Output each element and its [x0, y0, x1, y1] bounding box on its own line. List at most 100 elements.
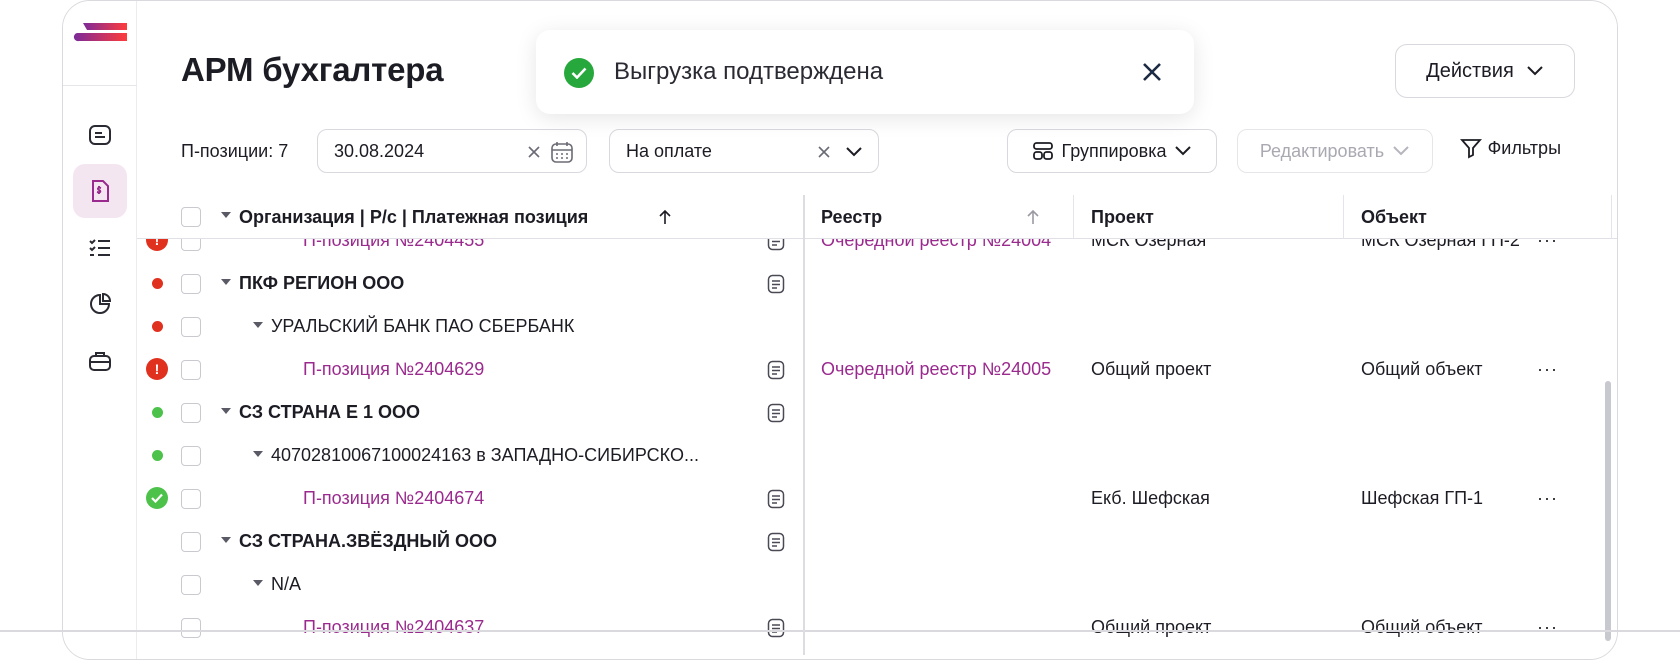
- sort-up-icon[interactable]: [1027, 209, 1039, 225]
- column-registry[interactable]: Реестр: [821, 207, 882, 228]
- clear-icon[interactable]: [522, 140, 546, 164]
- sidebar-item-portfolio[interactable]: [73, 334, 127, 388]
- table-row[interactable]: ! П-позиция №2404455 Очередной реестр №2…: [137, 239, 1617, 262]
- row-checkbox[interactable]: [181, 239, 201, 251]
- column-object[interactable]: Объект: [1361, 207, 1427, 228]
- document-icon[interactable]: [767, 403, 785, 423]
- row-more-icon[interactable]: ···: [1537, 359, 1558, 380]
- select-all-checkbox[interactable]: [181, 207, 201, 227]
- table-row[interactable]: УРАЛЬСКИЙ БАНК ПАО СБЕРБАНК: [137, 305, 1617, 348]
- table-row[interactable]: П-позиция №2404637 Общий проект Общий об…: [137, 606, 1617, 649]
- table-row[interactable]: СЗ СТРАНА.ЗВЁЗДНЫЙ ООО: [137, 520, 1617, 563]
- actions-dropdown[interactable]: Действия: [1395, 44, 1575, 98]
- grouping-label: Группировка: [1061, 140, 1167, 161]
- edit-label: Редактировать: [1259, 140, 1385, 161]
- expand-caret[interactable]: [253, 451, 263, 457]
- pie-chart-icon: [90, 292, 112, 314]
- sort-up-icon[interactable]: [659, 209, 671, 225]
- document-icon[interactable]: [767, 489, 785, 509]
- expand-caret[interactable]: [221, 279, 231, 285]
- clear-icon[interactable]: [812, 140, 836, 164]
- position-link[interactable]: П-позиция №2404637: [303, 617, 484, 638]
- grouping-icon: [1032, 142, 1053, 160]
- date-field[interactable]: 30.08.2024: [317, 129, 587, 173]
- expand-caret[interactable]: [253, 322, 263, 328]
- chevron-down-icon[interactable]: [842, 140, 866, 164]
- table-row[interactable]: П-позиция №2404674 Екб. Шефская Шефская …: [137, 477, 1617, 520]
- row-checkbox[interactable]: [181, 618, 201, 638]
- row-checkbox[interactable]: [181, 317, 201, 337]
- column-org[interactable]: Организация | Р/с | Платежная позиция: [239, 207, 588, 228]
- sidebar-item-checklist[interactable]: [73, 221, 127, 275]
- document-icon[interactable]: [767, 239, 785, 251]
- position-link[interactable]: П-позиция №2404674: [303, 488, 484, 509]
- document-icon[interactable]: [767, 532, 785, 552]
- row-checkbox[interactable]: [181, 446, 201, 466]
- error-status-dot: [152, 321, 163, 332]
- column-project[interactable]: Проект: [1091, 207, 1154, 228]
- filters-label: Фильтры: [1487, 137, 1561, 158]
- document-icon[interactable]: [767, 360, 785, 380]
- registry-link[interactable]: Очередной реестр №24005: [821, 359, 1059, 380]
- toolbar: П-позиции: 7 30.08.2024 На оплате Группи…: [181, 129, 1617, 173]
- error-status-dot: [152, 278, 163, 289]
- row-checkbox[interactable]: [181, 532, 201, 552]
- status-select[interactable]: На оплате: [609, 129, 879, 173]
- table-row[interactable]: ПКФ РЕГИОН ООО: [137, 262, 1617, 305]
- row-checkbox[interactable]: [181, 403, 201, 423]
- document-icon[interactable]: [767, 618, 785, 638]
- row-checkbox[interactable]: [181, 274, 201, 294]
- bank-account-name: УРАЛЬСКИЙ БАНК ПАО СБЕРБАНК: [271, 316, 575, 336]
- actions-label: Действия: [1426, 59, 1514, 82]
- status-value: На оплате: [626, 141, 712, 161]
- sidebar-item-new-doc[interactable]: [73, 108, 127, 162]
- organization-name: СЗ СТРАНА Е 1 ООО: [239, 402, 421, 422]
- chevron-down-icon: [1175, 146, 1192, 156]
- date-value: 30.08.2024: [334, 141, 425, 161]
- error-icon: !: [146, 239, 168, 251]
- row-more-icon[interactable]: ···: [1537, 488, 1558, 509]
- close-icon[interactable]: [1138, 58, 1166, 86]
- position-link[interactable]: П-позиция №2404629: [303, 359, 484, 380]
- calendar-icon[interactable]: [550, 140, 574, 164]
- toast-message: Выгрузка подтверждена: [614, 58, 884, 85]
- edit-button[interactable]: Редактировать: [1237, 129, 1433, 173]
- registry-link[interactable]: Очередной реестр №24004: [821, 239, 1059, 251]
- expand-caret[interactable]: [221, 537, 231, 543]
- bank-account-name: 40702810067100024163 в ЗАПАДНО-СИБИРСКО.…: [271, 445, 699, 465]
- sidebar: [63, 1, 137, 659]
- document-icon[interactable]: [767, 274, 785, 294]
- table-row[interactable]: 40702810067100024163 в ЗАПАДНО-СИБИРСКО.…: [137, 434, 1617, 477]
- sidebar-item-analytics[interactable]: [73, 277, 127, 331]
- expand-caret[interactable]: [253, 580, 263, 586]
- checklist-icon: [89, 239, 110, 256]
- row-checkbox[interactable]: [181, 360, 201, 380]
- payment-doc-icon: [92, 180, 109, 202]
- collapse-all-caret[interactable]: [221, 212, 231, 218]
- table-row[interactable]: N/A: [137, 563, 1617, 606]
- column-divider: [1343, 195, 1344, 239]
- success-status-dot: [152, 450, 163, 461]
- project-cell: Екб. Шефская: [1091, 488, 1210, 508]
- table-row[interactable]: ! П-позиция №2404629 Очередной реестр №2…: [137, 348, 1617, 391]
- position-link[interactable]: П-позиция №2404455: [303, 239, 484, 251]
- expand-caret[interactable]: [221, 408, 231, 414]
- table-row[interactable]: СЗ СТРАНА Е 1 ООО: [137, 391, 1617, 434]
- chevron-down-icon: [1527, 66, 1543, 76]
- table-header: Организация | Р/с | Платежная позиция Ре…: [137, 195, 1617, 239]
- row-more-icon[interactable]: ···: [1537, 239, 1558, 251]
- vertical-scrollbar[interactable]: [1605, 381, 1611, 641]
- grouping-button[interactable]: Группировка: [1007, 129, 1217, 173]
- filter-icon: [1459, 139, 1482, 159]
- row-more-icon[interactable]: ···: [1537, 617, 1558, 638]
- filters-button[interactable]: Фильтры: [1459, 137, 1561, 159]
- positions-count: П-позиции: 7: [181, 141, 289, 161]
- success-check-icon: [564, 58, 594, 88]
- doc-add-icon: [89, 125, 111, 145]
- row-checkbox[interactable]: [181, 575, 201, 595]
- row-checkbox[interactable]: [181, 489, 201, 509]
- object-cell: МСК Озерная ГП-2: [1361, 239, 1520, 250]
- chevron-down-icon: [1393, 146, 1409, 156]
- frozen-column-divider: [803, 195, 805, 655]
- sidebar-item-payments[interactable]: [73, 164, 127, 218]
